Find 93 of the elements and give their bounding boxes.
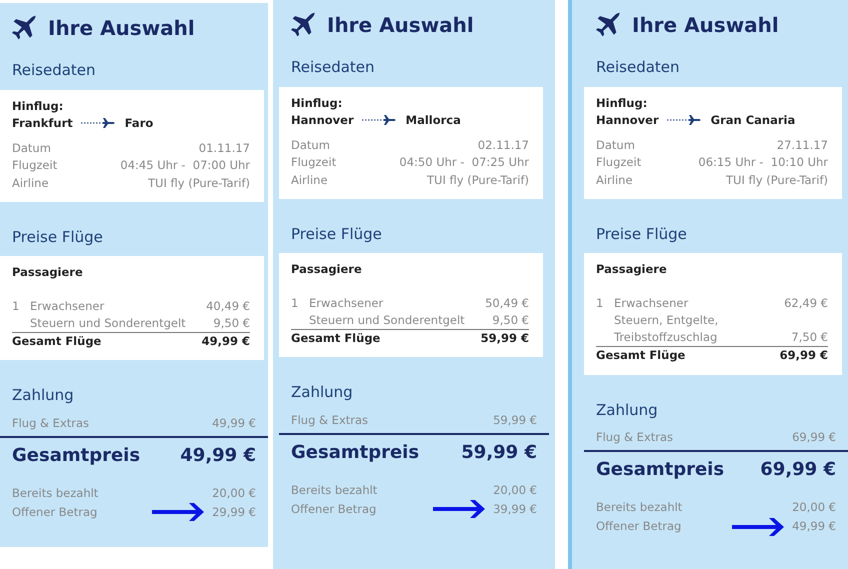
route-arrow-icon <box>362 115 398 126</box>
destination-city: Gran Canaria <box>710 112 796 129</box>
payment-value: 69,99 € <box>792 429 836 446</box>
route-arrow-icon <box>666 115 703 126</box>
payment-label: Flug & Extras <box>291 412 368 429</box>
section-heading: Reisedaten <box>11 60 97 81</box>
section-heading: Reisedaten <box>595 57 681 78</box>
payment-label: Flug & Extras <box>596 429 674 446</box>
payment-label: Offener Betrag <box>12 504 98 521</box>
payment-value: 59,99 € <box>493 412 537 429</box>
price-value: 9,50 € <box>492 312 529 329</box>
total-label: Gesamt Flüge <box>291 330 380 347</box>
total-value: 59,99 € <box>480 330 529 347</box>
destination-city: Mallorca <box>406 112 461 129</box>
airplane-icon <box>291 12 317 38</box>
price-label: Erwachsener <box>614 294 688 312</box>
total-label: Gesamt Flüge <box>596 347 686 364</box>
price-label: Steuern und Sonderentgelt <box>309 312 465 329</box>
origin-city: Frankfurt <box>12 114 73 132</box>
detail-label: Airline <box>596 172 633 188</box>
origin-city: Hannover <box>596 112 659 129</box>
section-heading: Zahlung <box>595 400 659 420</box>
detail-value: TUI fly (Pure-Tarif) <box>427 172 529 188</box>
payment-label: Flug & Extras <box>12 414 90 432</box>
total-value: 69,99 € <box>780 347 828 364</box>
route-arrow-icon <box>80 118 117 128</box>
payment-label: Bereits bezahlt <box>596 499 682 516</box>
detail-label: Flugzeit <box>291 154 336 172</box>
panel-title: Ihre Auswahl <box>327 12 474 39</box>
detail-label: Flugzeit <box>12 157 58 174</box>
detail-label: Airline <box>291 172 328 188</box>
section-heading: Zahlung <box>11 385 75 406</box>
detail-value: 04:50 Uhr - 07:25 Uhr <box>399 154 529 172</box>
payment-value: 49,99 € <box>212 414 256 432</box>
total-label: Gesamt Flüge <box>12 333 102 350</box>
payment-label: Offener Betrag <box>291 500 376 518</box>
section-heading: Preise Flüge <box>290 224 383 245</box>
leg-label: Hinflug: <box>12 98 64 114</box>
passenger-count: 1 <box>291 294 300 312</box>
detail-value: TUI fly (Pure-Tarif) <box>148 174 250 192</box>
detail-value: 27.11.17 <box>776 137 828 154</box>
leg-label: Hinflug: <box>596 94 648 112</box>
payment-value: 20,00 € <box>212 485 256 502</box>
section-heading: Preise Flüge <box>595 224 688 245</box>
passengers-heading: Passagiere <box>291 261 363 278</box>
grand-total-label: Gesamtpreis <box>12 444 140 468</box>
payment-label: Bereits bezahlt <box>291 482 378 499</box>
section-heading: Preise Flüge <box>11 226 104 248</box>
section-heading: Zahlung <box>290 382 354 404</box>
price-value: 62,49 € <box>784 294 828 312</box>
payment-value: 20,00 € <box>792 499 836 516</box>
grand-total-label: Gesamtpreis <box>291 441 420 465</box>
detail-label: Datum <box>12 140 51 157</box>
payment-value: 29,99 € <box>212 504 256 521</box>
detail-label: Datum <box>291 137 330 154</box>
panel-title: Ihre Auswahl <box>632 12 779 39</box>
detail-value: 02.11.17 <box>478 137 529 154</box>
detail-value: 01.11.17 <box>198 140 250 157</box>
leg-label: Hinflug: <box>291 94 344 112</box>
price-label: Erwachsener <box>30 298 104 314</box>
payment-value: 20,00 € <box>493 482 537 499</box>
passengers-heading: Passagiere <box>596 261 668 278</box>
price-label: Steuern, Entgelte, Treibstoffzuschlag <box>614 312 720 346</box>
passengers-heading: Passagiere <box>12 264 84 282</box>
grand-total-label: Gesamtpreis <box>596 458 724 482</box>
origin-city: Hannover <box>291 112 354 129</box>
payment-value: 39,99 € <box>493 500 537 518</box>
grand-total-value: 49,99 € <box>180 444 256 468</box>
detail-value: TUI fly (Pure-Tarif) <box>726 172 828 188</box>
detail-value: 06:15 Uhr - 10:10 Uhr <box>698 154 828 172</box>
price-value: 50,49 € <box>485 294 529 312</box>
payment-value: 49,99 € <box>792 518 836 535</box>
detail-value: 04:45 Uhr - 07:00 Uhr <box>120 157 250 174</box>
price-value: 9,50 € <box>213 314 250 332</box>
airplane-icon <box>12 15 38 41</box>
detail-label: Airline <box>12 174 49 192</box>
payment-label: Offener Betrag <box>596 518 682 535</box>
grand-total-value: 59,99 € <box>461 441 537 465</box>
price-label: Steuern und Sonderentgelt <box>30 314 186 332</box>
airplane-icon <box>596 12 622 38</box>
price-value: 7,50 € <box>791 329 828 346</box>
section-heading: Reisedaten <box>290 57 376 78</box>
grand-total-value: 69,99 € <box>760 458 836 482</box>
price-value: 40,49 € <box>206 298 250 314</box>
detail-label: Datum <box>596 137 635 154</box>
detail-label: Flugzeit <box>596 154 642 172</box>
passenger-count: 1 <box>596 294 604 312</box>
payment-label: Bereits bezahlt <box>12 485 98 502</box>
panel-title: Ihre Auswahl <box>48 15 195 42</box>
total-value: 49,99 € <box>202 333 250 350</box>
destination-city: Faro <box>124 114 154 132</box>
passenger-count: 1 <box>12 298 20 314</box>
price-label: Erwachsener <box>309 294 384 312</box>
